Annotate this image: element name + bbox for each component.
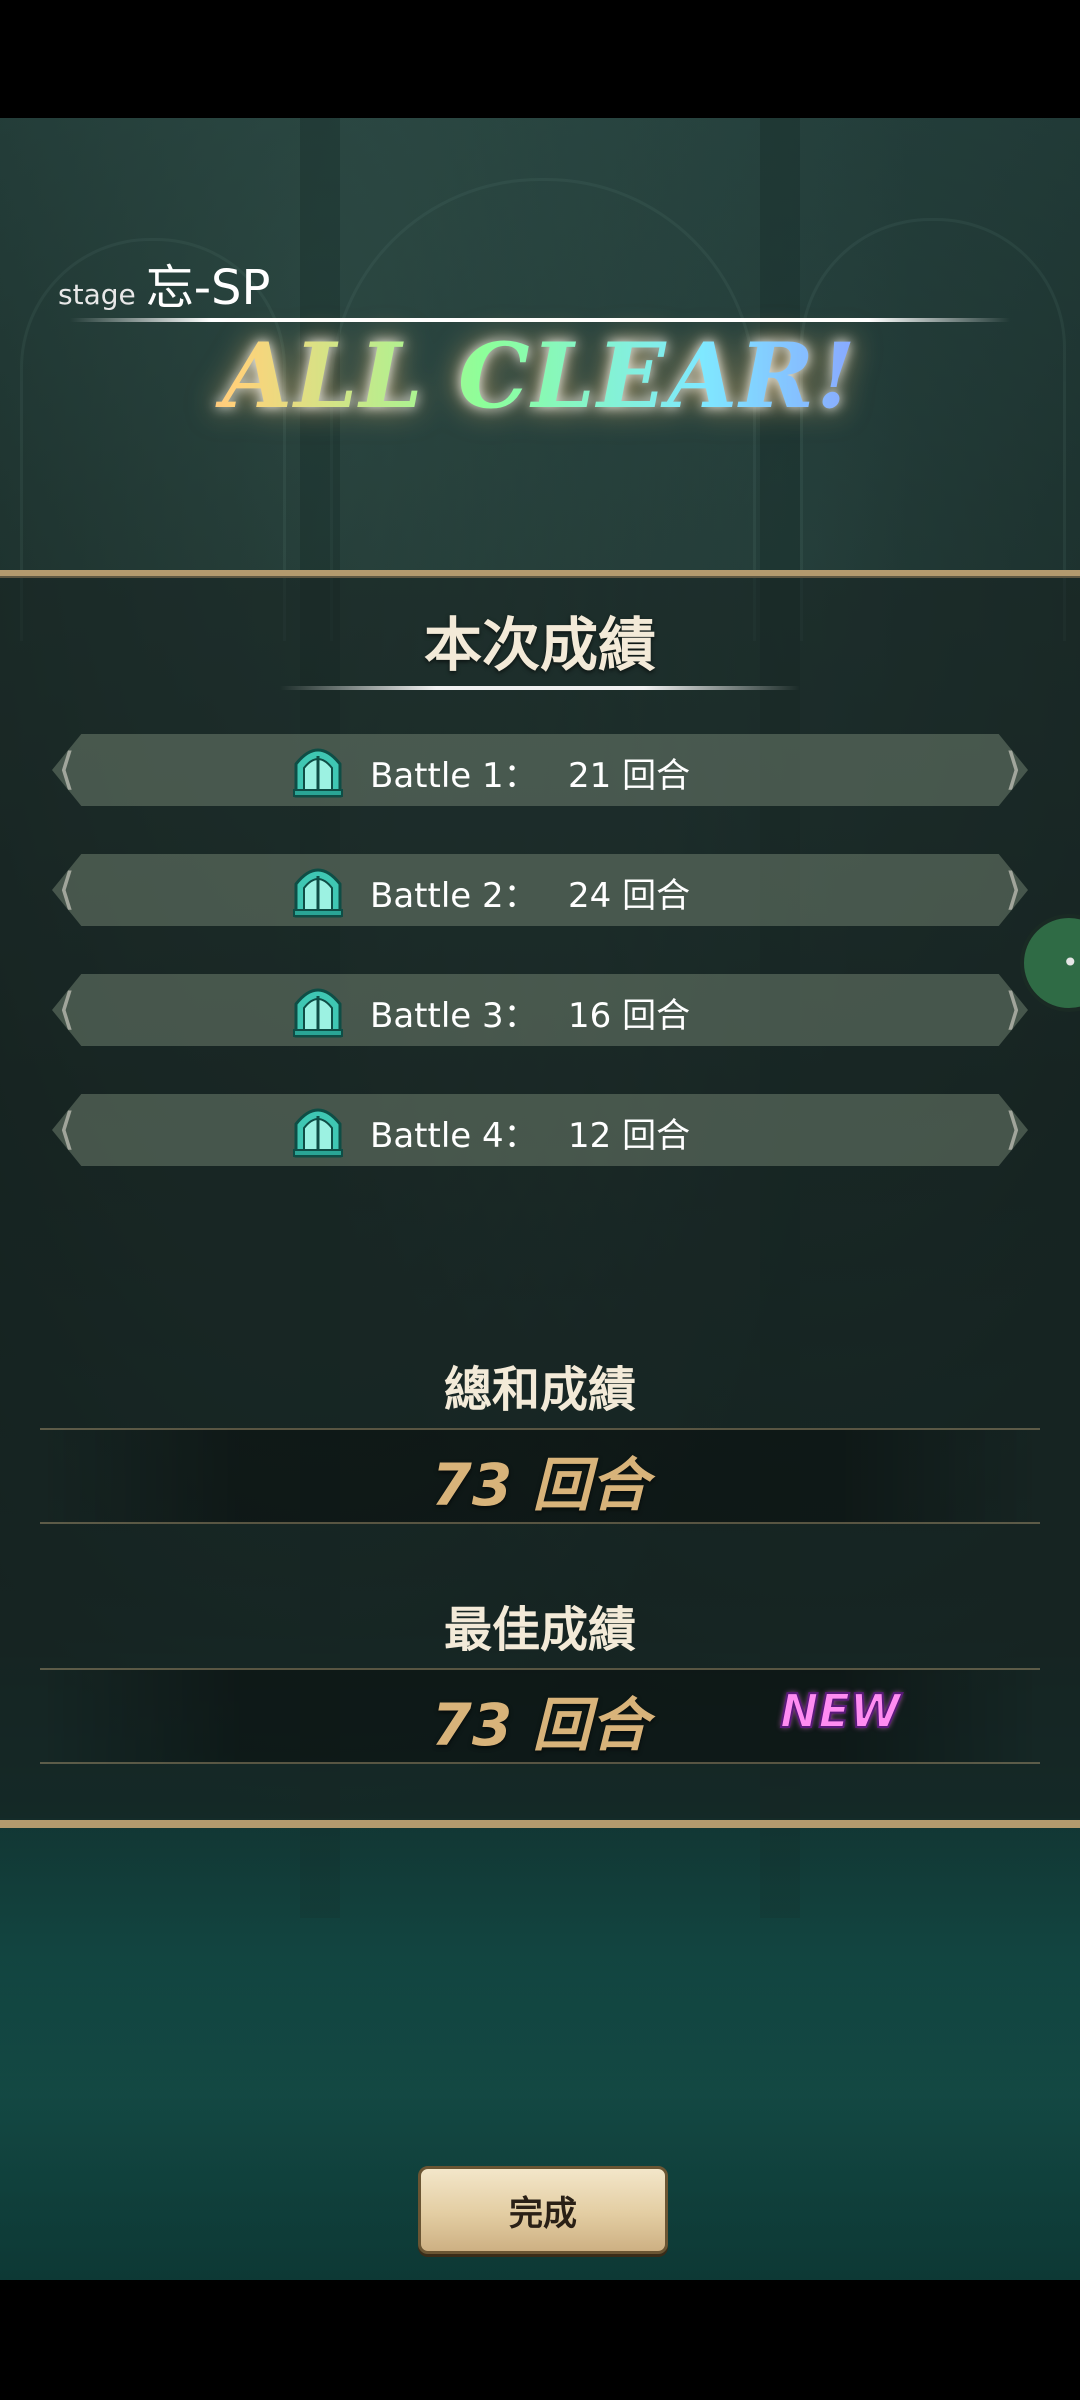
stage-header: stage 忘-SP bbox=[58, 248, 270, 318]
more-icon: •• bbox=[1062, 946, 1080, 979]
total-results-title: 總和成績 bbox=[443, 1362, 636, 1418]
all-clear-banner: ALL CLEAR! bbox=[0, 323, 1080, 429]
battle-label: Battle 4： bbox=[370, 1116, 538, 1156]
title-underline bbox=[280, 686, 800, 690]
battle-turns: 16 回合 bbox=[568, 996, 691, 1036]
gate-icon bbox=[293, 748, 343, 798]
battle-row: ⟨ Battle 2： 24 回合 ⟩ bbox=[52, 854, 1028, 926]
game-screen: stage 忘-SP ALL CLEAR! 本次成績 ⟨ Battle 1： 2… bbox=[0, 118, 1080, 2280]
stage-name: 忘-SP bbox=[145, 260, 271, 316]
gate-icon bbox=[293, 1108, 343, 1158]
gate-icon bbox=[293, 868, 343, 918]
total-score-value: 73 回合 bbox=[431, 1451, 649, 1519]
current-results-title: 本次成績 bbox=[423, 611, 656, 679]
battle-label: Battle 3： bbox=[370, 996, 538, 1036]
battle-row: ⟨ Battle 1： 21 回合 ⟩ bbox=[52, 734, 1028, 806]
battle-turns: 24 回合 bbox=[568, 876, 691, 916]
total-score-band: 73 回合 bbox=[40, 1428, 1040, 1524]
best-results-title: 最佳成績 bbox=[443, 1602, 636, 1658]
done-button[interactable]: 完成 bbox=[418, 2166, 668, 2254]
battle-turns: 12 回合 bbox=[568, 1116, 691, 1156]
header-divider bbox=[70, 318, 1010, 322]
battle-row: ⟨ Battle 4： 12 回合 ⟩ bbox=[52, 1094, 1028, 1166]
battle-row: ⟨ Battle 3： 16 回合 ⟩ bbox=[52, 974, 1028, 1046]
stage-label: stage bbox=[58, 278, 136, 311]
gate-icon bbox=[293, 988, 343, 1038]
battle-turns: 21 回合 bbox=[568, 756, 691, 796]
battle-label: Battle 2： bbox=[370, 876, 538, 916]
best-score-band: 73 回合 NEW bbox=[40, 1668, 1040, 1764]
battle-label: Battle 1： bbox=[370, 756, 538, 796]
new-record-badge: NEW bbox=[779, 1683, 902, 1739]
panel-bottom-border bbox=[0, 1820, 1080, 1828]
